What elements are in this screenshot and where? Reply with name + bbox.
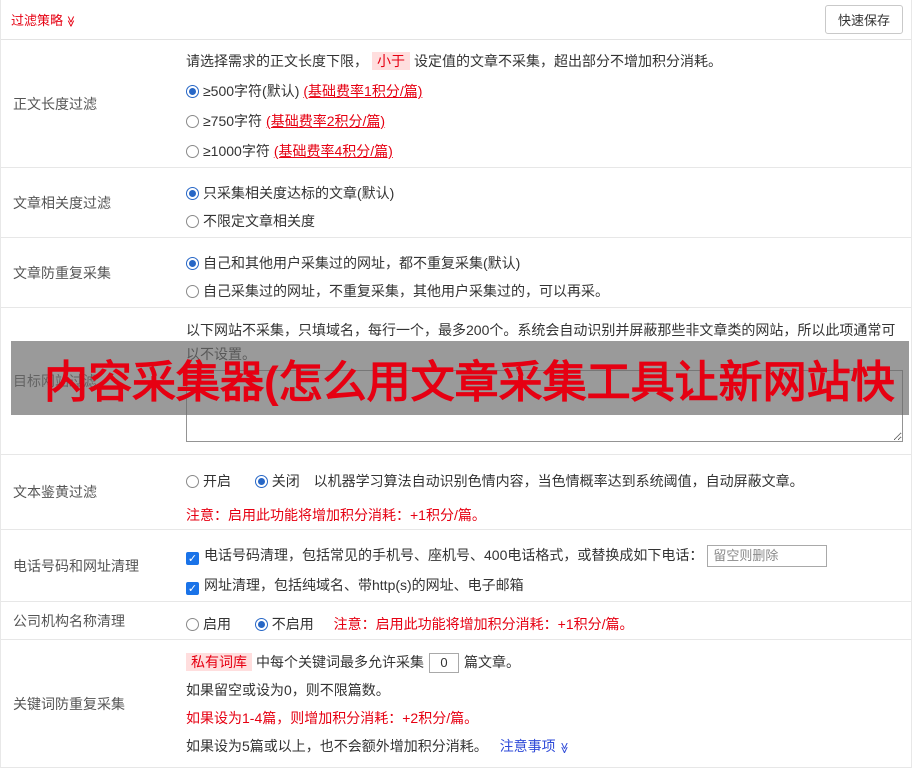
radio-icon[interactable] <box>186 145 199 158</box>
radio-icon[interactable] <box>186 187 199 200</box>
chevron-down-icon: ≫ <box>557 742 570 754</box>
dedup-option-global[interactable]: 自己和其他用户采集过的网址，都不重复采集(默认) <box>186 249 903 277</box>
radio-icon[interactable] <box>254 618 268 631</box>
keyword-note-fee: 如果设为1-4篇，则增加积分消耗：+2积分/篇。 <box>186 710 479 726</box>
phone-cleanup-option[interactable]: 电话号码清理，包括常见的手机号、座机号、400电话格式，或替换成如下电话： <box>186 540 903 570</box>
company-options: 启用 不启用 注意：启用此功能将增加积分消耗：+1积分/篇。 <box>186 610 903 638</box>
private-lexicon-link[interactable]: 私有词库 <box>186 653 252 671</box>
company-label: 公司机构名称清理 <box>13 612 125 629</box>
option-fee-note: (基础费率1积分/篇) <box>303 83 423 99</box>
url-cleanup-option[interactable]: 网址清理，包括纯域名、带http(s)的网址、电子邮箱 <box>186 570 903 600</box>
checkbox-checked-icon[interactable] <box>186 582 199 595</box>
url-cleanup-text: 网址清理，包括纯域名、带http(s)的网址、电子邮箱 <box>204 577 524 593</box>
phone-url-content: 电话号码清理，包括常见的手机号、座机号、400电话格式，或替换成如下电话： 网址… <box>176 530 911 601</box>
company-option-enable[interactable]: 启用 <box>186 616 231 632</box>
dedup-option-self-only[interactable]: 自己采集过的网址，不重复采集，其他用户采集过的，可以再采。 <box>186 277 903 305</box>
body-length-label: 正文长度过滤 <box>13 95 97 112</box>
overlay-banner[interactable]: 内容采集器(怎么用文章采集工具让新网站快 <box>11 341 909 415</box>
option-fee-note: (基础费率2积分/篇) <box>266 113 386 129</box>
option-label: ≥500字符(默认) <box>203 83 300 99</box>
porn-filter-option-off[interactable]: 关闭 <box>254 473 300 489</box>
keyword-content: 私有词库中每个关键词最多允许采集 篇文章。 如果留空或设为0，则不限篇数。 如果设… <box>176 640 911 767</box>
intro-pre: 请选择需求的正文长度下限， <box>186 53 368 69</box>
intro-post: 设定值的文章不采集，超出部分不增加积分消耗。 <box>414 53 722 69</box>
chevron-down-icon: ≫ <box>64 15 77 28</box>
radio-icon[interactable] <box>186 257 199 270</box>
keyword-label: 关键词防重复采集 <box>13 695 125 712</box>
overlay-banner-text: 内容采集器(怎么用文章采集工具让新网站快 <box>44 358 895 407</box>
option-label: 启用 <box>203 616 231 632</box>
top-bar: 过滤策略≫ 快速保存 <box>1 0 911 40</box>
relevance-option-strict[interactable]: 只采集相关度达标的文章(默认) <box>186 179 903 207</box>
notice-link-text: 注意事项 <box>499 738 556 754</box>
radio-icon[interactable] <box>254 475 268 488</box>
option-label: ≥750字符 <box>203 113 263 129</box>
phone-url-label: 电话号码和网址清理 <box>13 557 139 574</box>
row-company-cleanup: 公司机构名称清理 启用 不启用 注意：启用此功能将增加积分消耗：+1积分/篇。 <box>1 602 911 640</box>
option-label: 不限定文章相关度 <box>203 213 315 229</box>
body-length-intro: 请选择需求的正文长度下限， 小于 设定值的文章不采集，超出部分不增加积分消耗。 <box>186 46 903 76</box>
company-fee-note: 注意：启用此功能将增加积分消耗：+1积分/篇。 <box>333 616 634 632</box>
checkbox-checked-icon[interactable] <box>186 552 199 565</box>
keyword-note-five: 如果设为5篇或以上，也不会额外增加积分消耗。 注意事项 ≫ <box>186 732 903 762</box>
row-relevance-filter: 文章相关度过滤 只采集相关度达标的文章(默认) 不限定文章相关度 <box>1 168 911 238</box>
option-label: 开启 <box>203 473 231 489</box>
option-label: 不启用 <box>271 616 314 632</box>
option-label: 关闭 <box>271 473 300 489</box>
body-length-content: 请选择需求的正文长度下限， 小于 设定值的文章不采集，超出部分不增加积分消耗。 ≥5… <box>176 40 911 167</box>
option-fee-note: (基础费率4积分/篇) <box>273 143 393 159</box>
radio-icon[interactable] <box>186 115 199 128</box>
company-content: 启用 不启用 注意：启用此功能将增加积分消耗：+1积分/篇。 <box>176 602 911 639</box>
row-phone-url-cleanup: 电话号码和网址清理 电话号码清理，包括常见的手机号、座机号、400电话格式，或替… <box>1 530 911 602</box>
row-body-length-filter: 正文长度过滤 请选择需求的正文长度下限， 小于 设定值的文章不采集，超出部分不增加积… <box>1 40 911 168</box>
keyword-count-input[interactable] <box>429 652 459 673</box>
body-length-option-750[interactable]: ≥750字符 (基础费率2积分/篇) <box>186 106 903 136</box>
porn-filter-option-on[interactable]: 开启 <box>186 473 231 489</box>
relevance-content: 只采集相关度达标的文章(默认) 不限定文章相关度 <box>176 168 911 237</box>
quick-save-button[interactable]: 快速保存 <box>824 5 903 34</box>
porn-filter-fee-note: 注意：启用此功能将增加积分消耗：+1积分/篇。 <box>186 507 486 523</box>
page-title[interactable]: 过滤策略≫ <box>11 10 77 29</box>
relevance-label: 文章相关度过滤 <box>13 194 111 211</box>
body-length-option-500[interactable]: ≥500字符(默认) (基础费率1积分/篇) <box>186 76 903 106</box>
body-length-option-1000[interactable]: ≥1000字符 (基础费率4积分/篇) <box>186 136 903 166</box>
radio-icon[interactable] <box>186 475 199 488</box>
company-option-disable[interactable]: 不启用 <box>254 616 314 632</box>
radio-icon[interactable] <box>186 215 199 228</box>
relevance-option-any[interactable]: 不限定文章相关度 <box>186 207 903 235</box>
notice-link[interactable]: 注意事项 ≫ <box>500 738 570 754</box>
dedup-content: 自己和其他用户采集过的网址，都不重复采集(默认) 自己采集过的网址，不重复采集，… <box>176 238 911 307</box>
option-label: ≥1000字符 <box>203 143 270 159</box>
phone-cleanup-text: 电话号码清理，包括常见的手机号、座机号、400电话格式，或替换成如下电话： <box>204 547 704 563</box>
radio-icon[interactable] <box>186 618 199 631</box>
option-label: 自己和其他用户采集过的网址，都不重复采集(默认) <box>203 255 521 271</box>
filter-strategy-page: 过滤策略≫ 快速保存 正文长度过滤 请选择需求的正文长度下限， 小于 设定值的文章不… <box>0 0 912 768</box>
keyword-note-zero: 如果留空或设为0，则不限篇数。 <box>186 682 390 698</box>
dedup-label: 文章防重复采集 <box>13 264 111 281</box>
option-label: 只采集相关度达标的文章(默认) <box>203 185 395 201</box>
row-keyword-dedup: 关键词防重复采集 私有词库中每个关键词最多允许采集 篇文章。 如果留空或设为0，则… <box>1 640 911 768</box>
porn-filter-label: 文本鉴黄过滤 <box>13 484 97 500</box>
intro-highlight: 小于 <box>372 52 410 70</box>
keyword-limit-unit: 篇文章。 <box>464 654 520 670</box>
page-title-text: 过滤策略 <box>11 13 64 28</box>
porn-filter-options: 开启 关闭 以机器学习算法自动识别色情内容，当色情概率达到系统阈值，自动屏蔽文章… <box>186 467 903 495</box>
phone-replacement-input[interactable] <box>707 544 828 567</box>
keyword-limit-text: 中每个关键词最多允许采集 <box>256 654 424 670</box>
porn-filter-content: 开启 关闭 以机器学习算法自动识别色情内容，当色情概率达到系统阈值，自动屏蔽文章… <box>176 455 911 529</box>
porn-filter-desc: 以机器学习算法自动识别色情内容，当色情概率达到系统阈值，自动屏蔽文章。 <box>313 473 804 489</box>
radio-icon[interactable] <box>186 285 199 298</box>
row-dedup-collection: 文章防重复采集 自己和其他用户采集过的网址，都不重复采集(默认) 自己采集过的网… <box>1 238 911 308</box>
radio-icon[interactable] <box>186 85 199 98</box>
keyword-line-limit: 私有词库中每个关键词最多允许采集 篇文章。 <box>186 648 903 676</box>
keyword-note-five-text: 如果设为5篇或以上，也不会额外增加积分消耗。 <box>186 738 488 754</box>
row-porn-filter: 文本鉴黄过滤 开启 关闭 以机器学习算法自动识别色情内容，当色情概率达到系统阈值… <box>1 455 911 530</box>
option-label: 自己采集过的网址，不重复采集，其他用户采集过的，可以再采。 <box>203 283 609 299</box>
